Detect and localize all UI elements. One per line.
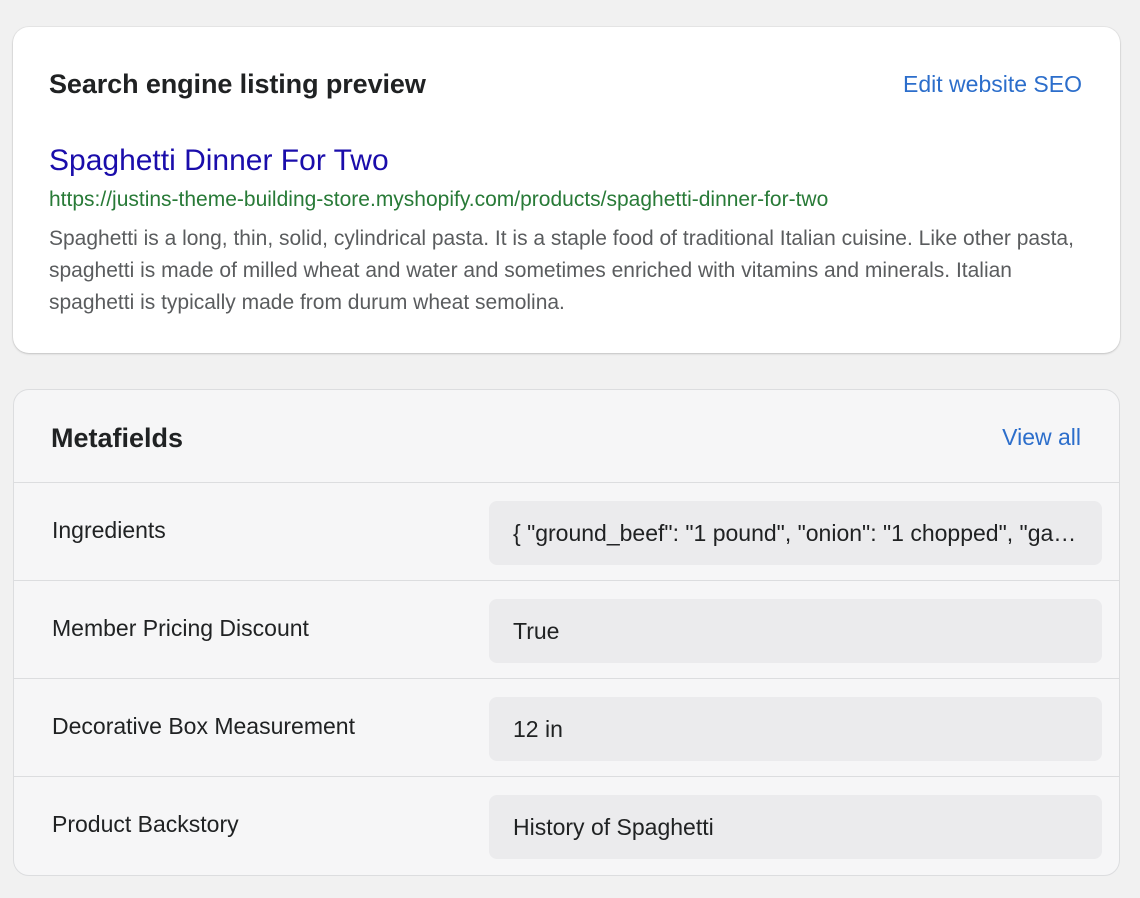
metafields-title: Metafields bbox=[51, 422, 184, 453]
seo-preview-card: Search engine listing preview Edit websi… bbox=[13, 27, 1120, 353]
seo-listing-description: Spaghetti is a long, thin, solid, cylind… bbox=[49, 227, 1074, 314]
metafields-header: Metafields View all bbox=[14, 390, 1119, 483]
metafield-value-input[interactable]: 12 in bbox=[489, 697, 1102, 761]
metafield-value-text: { "ground_beef": "1 pound", "onion": "1 … bbox=[513, 519, 1078, 546]
metafield-value-input[interactable]: { "ground_beef": "1 pound", "onion": "1 … bbox=[489, 501, 1102, 565]
metafield-value-input[interactable]: True bbox=[489, 599, 1102, 663]
metafield-value-text: History of Spaghetti bbox=[513, 813, 714, 840]
metafield-label: Member Pricing Discount bbox=[52, 615, 309, 641]
metafield-value-text: True bbox=[513, 617, 560, 644]
seo-preview-title: Search engine listing preview bbox=[49, 69, 426, 99]
metafield-value-input[interactable]: History of Spaghetti bbox=[489, 795, 1102, 859]
metafield-row-member-pricing-discount: Member Pricing Discount True bbox=[14, 581, 1119, 679]
seo-preview-header: Search engine listing preview Edit websi… bbox=[49, 69, 1082, 100]
metafield-row-decorative-box-measurement: Decorative Box Measurement 12 in bbox=[14, 679, 1119, 777]
metafields-card: Metafields View all Ingredients { "groun… bbox=[13, 389, 1120, 876]
metafield-label: Ingredients bbox=[52, 517, 166, 543]
view-all-metafields-link[interactable]: View all bbox=[1002, 422, 1081, 451]
seo-listing-title[interactable]: Spaghetti Dinner For Two bbox=[49, 144, 389, 178]
metafield-label: Product Backstory bbox=[52, 811, 239, 837]
metafield-value-text: 12 in bbox=[513, 715, 563, 742]
metafield-label: Decorative Box Measurement bbox=[52, 713, 355, 739]
seo-listing-url: https://justins-theme-building-store.mys… bbox=[49, 188, 829, 211]
edit-website-seo-link[interactable]: Edit website SEO bbox=[903, 71, 1082, 98]
metafield-row-ingredients: Ingredients { "ground_beef": "1 pound", … bbox=[14, 483, 1119, 581]
metafield-row-product-backstory: Product Backstory History of Spaghetti bbox=[14, 777, 1119, 875]
